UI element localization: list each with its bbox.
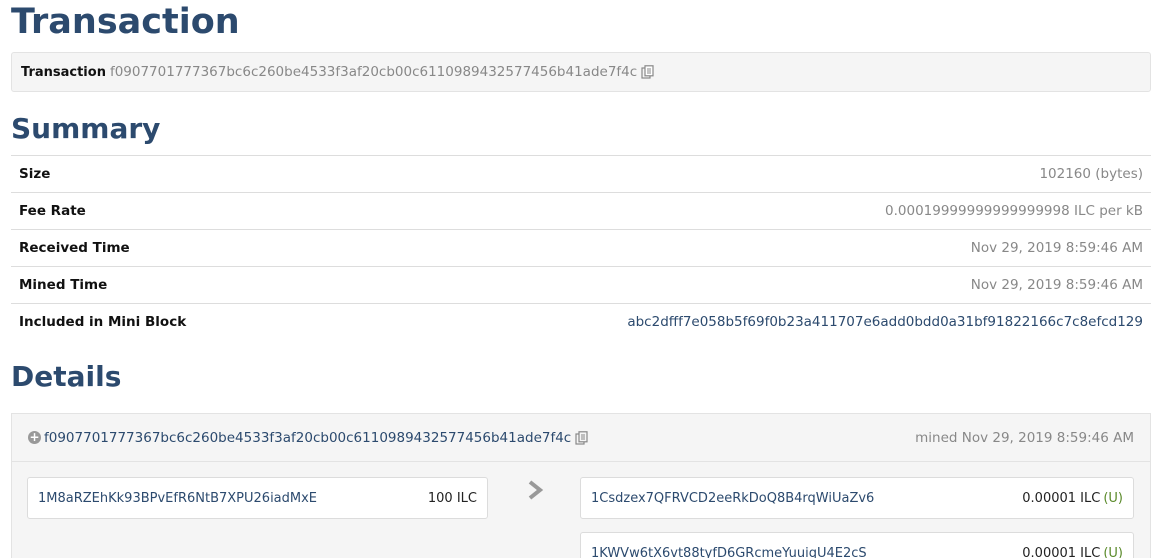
summary-key: Mined Time [19,277,108,293]
summary-key: Fee Rate [19,203,86,219]
input-row: 1M8aRZEhKk93BPvEfR6NtB7XPU26iadMxE 100 I… [27,477,488,519]
output-address[interactable]: 1Csdzex7QFRVCD2eeRkDoQ8B4rqWiUaZv6 [591,491,874,506]
summary-key: Included in Mini Block [19,314,187,331]
input-address[interactable]: 1M8aRZEhKk93BPvEfR6NtB7XPU26iadMxE [38,491,317,506]
summary-heading: Summary [11,112,161,145]
summary-value: 102160 (bytes) [1039,166,1143,182]
output-amount: 0.00001 ILC [1022,490,1101,506]
details-transaction-hash[interactable]: f0907701777367bc6c260be4533f3af20cb00c61… [44,430,571,446]
unspent-flag: (U) [1103,490,1123,506]
details-heading: Details [11,360,122,393]
output-row: 1Csdzex7QFRVCD2eeRkDoQ8B4rqWiUaZv6 0.000… [580,477,1134,519]
summary-row-size: Size 102160 (bytes) [11,155,1151,193]
copy-icon[interactable] [641,65,654,79]
unspent-flag: (U) [1103,545,1123,558]
summary-row-fee-rate: Fee Rate 0.00019999999999999998 ILC per … [11,192,1151,230]
page-title: Transaction [11,2,240,42]
chevron-right-icon [528,480,544,500]
output-address[interactable]: 1KWVw6tX6vt88tyfD6GRcmeYuuiqU4E2cS [591,546,867,558]
summary-row-received-time: Received Time Nov 29, 2019 8:59:46 AM [11,229,1151,267]
copy-icon[interactable] [575,430,588,445]
mini-block-link[interactable]: abc2dfff7e058b5f69f0b23a411707e6add0bdd0… [303,304,1151,341]
summary-key: Received Time [19,240,130,256]
summary-row-mined-time: Mined Time Nov 29, 2019 8:59:46 AM [11,266,1151,304]
summary-row-mini-block: Included in Mini Block abc2dfff7e058b5f6… [11,303,1151,341]
output-row: 1KWVw6tX6vt88tyfD6GRcmeYuuiqU4E2cS 0.000… [580,532,1134,558]
summary-key: Size [19,166,51,182]
summary-table: Size 102160 (bytes) Fee Rate 0.000199999… [11,155,1151,341]
summary-value: Nov 29, 2019 8:59:46 AM [970,240,1143,256]
transaction-id-box: Transaction f0907701777367bc6c260be4533f… [11,52,1151,92]
details-header: + f0907701777367bc6c260be4533f3af20cb00c… [12,414,1150,462]
summary-value: Nov 29, 2019 8:59:46 AM [970,277,1143,293]
plus-circle-icon[interactable]: + [28,431,41,444]
output-amount: 0.00001 ILC [1022,545,1101,558]
transaction-label: Transaction [21,64,106,80]
transaction-hash: f0907701777367bc6c260be4533f3af20cb00c61… [109,64,638,80]
summary-value: 0.00019999999999999998 ILC per kB [885,203,1143,219]
input-amount: 100 ILC [427,490,477,506]
mined-time: mined Nov 29, 2019 8:59:46 AM [915,429,1134,446]
